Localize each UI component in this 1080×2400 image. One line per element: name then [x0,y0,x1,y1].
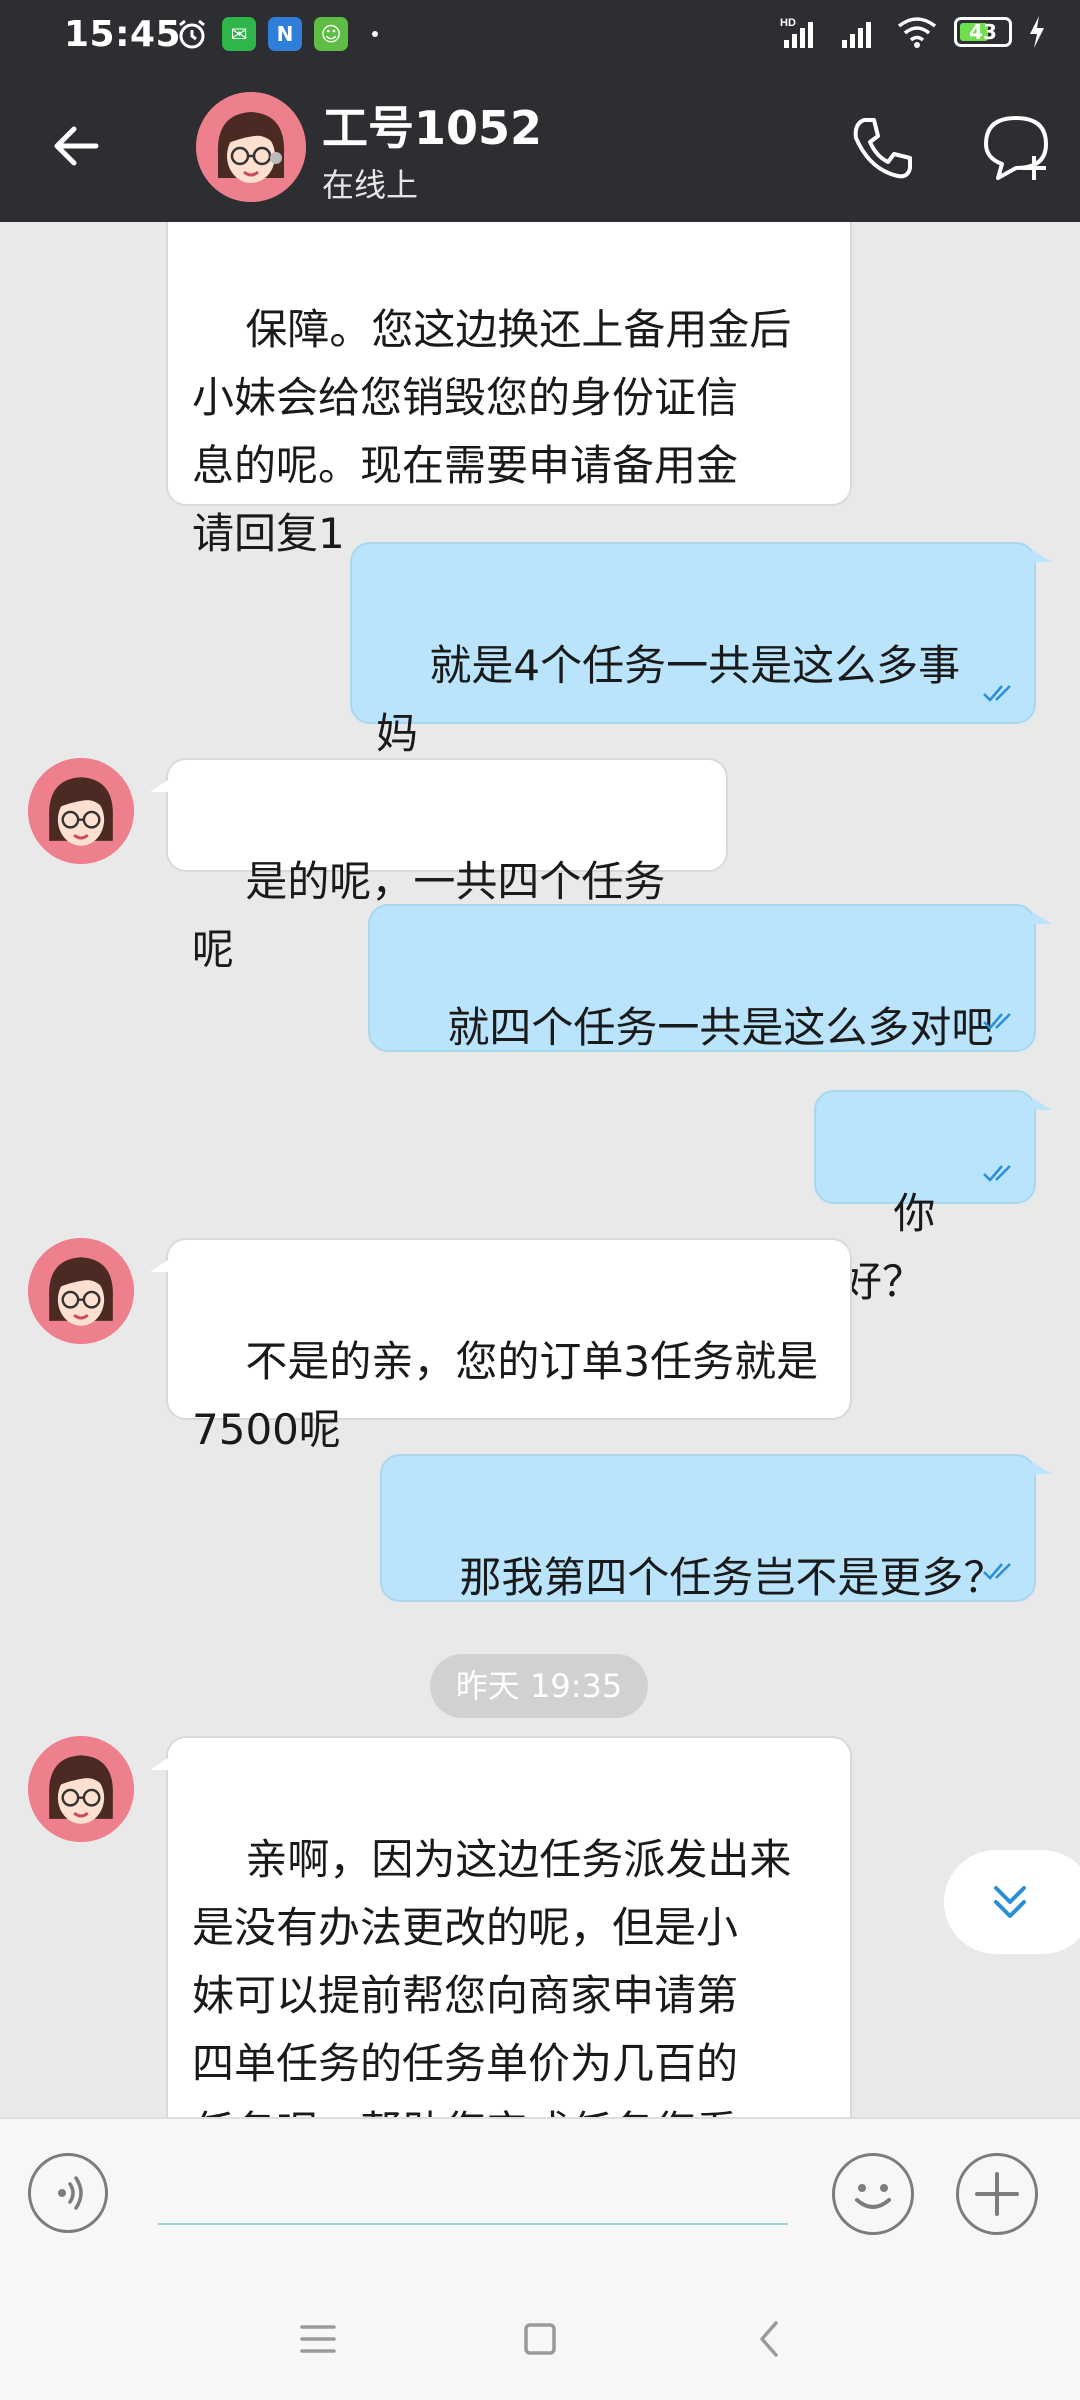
more-options-button[interactable] [956,2153,1038,2235]
double-chevron-down-icon [994,1886,1026,1918]
signal-icon [842,22,871,48]
emoji-button[interactable] [832,2153,914,2235]
status-time: 15:45 [64,14,182,55]
girl-avatar-icon [196,92,306,202]
read-receipt-icon [983,1013,1011,1030]
chevron-left-icon [760,2321,778,2357]
call-button[interactable] [842,108,922,188]
wifi-icon [897,17,937,48]
app-green-icon: ☺ [314,17,348,51]
read-receipt-icon [983,685,1011,702]
more-notifications-dot [372,31,378,37]
contact-avatar-small[interactable] [28,1238,134,1344]
message-incoming[interactable]: 是的呢，一共四个任务呢 [150,758,728,974]
menu-icon [300,2325,336,2353]
contact-name: 工号1052 [322,101,543,155]
contact-avatar[interactable] [196,92,306,202]
contact-status: 在线上 [322,166,419,204]
message-list[interactable]: 保障。您这边换还上备用金后 小妹会给您销毁您的身份证信 息的呢。现在需要申请备用… [0,222,1080,2117]
back-nav-button[interactable] [740,2309,800,2369]
girl-avatar-icon [28,758,134,864]
girl-avatar-icon [28,1736,134,1842]
square-icon [524,2323,556,2355]
scroll-to-bottom-button[interactable] [944,1850,1080,1954]
contact-avatar-small[interactable] [28,1736,134,1842]
alarm-icon [179,19,205,49]
chat-plus-icon [984,116,1048,180]
read-receipt-icon [983,1563,1011,1580]
message-incoming[interactable]: 保障。您这边换还上备用金后 小妹会给您销毁您的身份证信 息的呢。现在需要申请备用… [166,222,852,558]
signal-hd-icon: HD [780,17,813,48]
girl-avatar-icon [28,1238,134,1344]
timestamp-divider: 昨天 19:35 [430,1654,648,1718]
smiley-icon [855,2184,891,2209]
charging-icon [1030,16,1044,48]
message-outgoing[interactable]: 那我第四个任务岂不是更多？ [380,1454,1052,1602]
menu-button[interactable] [288,2309,348,2369]
plus-icon [975,2172,1019,2216]
contact-avatar-small[interactable] [28,758,134,864]
message-incoming[interactable]: 亲啊，因为这边任务派发出来 是没有办法更改的呢，但是小 妹可以提前帮您向商家申请… [150,1736,852,2117]
svg-text:HD: HD [780,17,796,29]
message-input[interactable] [158,2163,788,2225]
status-bar: 15:45 ✉ N ☺ HD 43 [0,0,1080,70]
system-nav-bar [0,2269,1080,2400]
chat-header: 工号1052 在线上 [0,70,1080,222]
input-bar [0,2117,1080,2271]
phone-icon [853,118,912,179]
home-button[interactable] [510,2309,570,2369]
message-outgoing[interactable]: 就是4个任务一共是这么多事 妈 [350,542,1052,758]
arrow-left-icon [54,126,99,166]
message-outgoing[interactable]: 就四个任务一共是这么多对吧 [368,904,1052,1052]
voice-icon [58,2176,83,2210]
message-outgoing[interactable]: 你好？ [814,1090,1052,1306]
wechat-icon: ✉ [222,17,256,51]
message-incoming[interactable]: 不是的亲，您的订单3任务就是 7500呢 [150,1238,852,1454]
back-button[interactable] [46,116,106,176]
voice-button[interactable] [28,2153,108,2233]
read-receipt-icon [983,1165,1011,1182]
app-n-icon: N [268,17,302,51]
battery-icon: 43 [954,17,1012,47]
new-chat-button[interactable] [976,108,1056,188]
